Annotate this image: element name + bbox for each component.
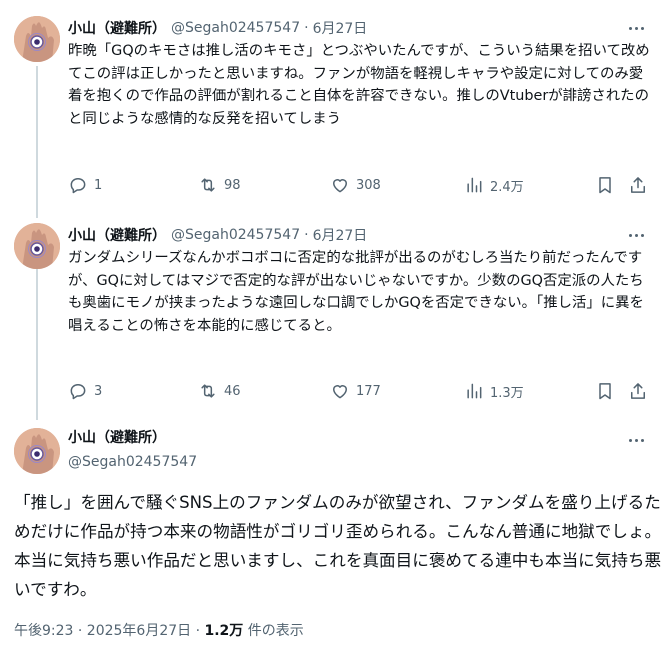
tweet-date[interactable]: 6月27日 bbox=[313, 225, 368, 245]
display-name[interactable]: 小山（避難所） bbox=[68, 225, 166, 245]
tweet-header: 小山（避難所） @Segah02457547 · 6月27日 bbox=[68, 225, 367, 245]
avatar[interactable] bbox=[14, 223, 60, 269]
tweet-date[interactable]: 6月27日 bbox=[313, 18, 368, 38]
reply-button[interactable]: 1 bbox=[68, 173, 102, 197]
share-icon bbox=[631, 177, 645, 193]
avatar-icon bbox=[14, 16, 60, 62]
retweet-count: 98 bbox=[224, 177, 241, 193]
display-name[interactable]: 小山（避難所） bbox=[68, 428, 197, 448]
like-count: 177 bbox=[356, 383, 381, 399]
views-count: 2.4万 bbox=[490, 179, 524, 195]
avatar[interactable] bbox=[14, 428, 60, 474]
reply-icon bbox=[70, 384, 86, 400]
tweet-text: 昨晩「GQのキモさは推し活のキモさ」とつぶやいたんですが、こういう結果を招いて改… bbox=[68, 43, 650, 127]
view-label: 件の表示 bbox=[243, 623, 304, 639]
retweet-button[interactable]: 46 bbox=[198, 379, 241, 403]
tweet-text: ガンダムシリーズなんかボコボコに否定的な批評が出るのがむしろ当たり前だったんです… bbox=[68, 250, 644, 334]
action-bar: 1 98 308 2.4万 bbox=[68, 173, 652, 197]
share-button[interactable] bbox=[628, 173, 654, 197]
user-handle[interactable]: @Segah02457547 bbox=[68, 452, 197, 472]
like-icon bbox=[333, 385, 347, 399]
views-count: 1.3万 bbox=[490, 385, 524, 401]
retweet-count: 46 bbox=[224, 383, 241, 399]
reply-count: 3 bbox=[94, 383, 103, 399]
tweet-header: 小山（避難所） @Segah02457547 · 6月27日 bbox=[68, 18, 367, 38]
retweet-icon bbox=[201, 178, 215, 192]
action-bar: 3 46 177 1.3万 bbox=[68, 379, 652, 403]
bookmark-icon bbox=[599, 177, 611, 194]
tweet-meta: 午後9:23 · 2025年6月27日 · 1.2万 件の表示 bbox=[14, 620, 304, 640]
user-handle[interactable]: @Segah02457547 bbox=[171, 227, 300, 243]
display-name[interactable]: 小山（避難所） bbox=[68, 18, 166, 38]
reply-button[interactable]: 3 bbox=[68, 379, 102, 403]
tweet-item[interactable]: 小山（避難所） @Segah02457547 · 6月27日 ガンダムシリーズな… bbox=[0, 223, 672, 410]
more-icon[interactable] bbox=[624, 225, 648, 245]
share-icon bbox=[631, 383, 645, 399]
tweet-item[interactable]: 小山（避難所） @Segah02457547 · 6月27日 昨晩「GQのキモさ… bbox=[0, 16, 672, 203]
like-count: 308 bbox=[356, 177, 381, 193]
like-icon bbox=[333, 179, 347, 193]
bookmark-button[interactable] bbox=[595, 173, 621, 197]
views-button[interactable]: 1.3万 bbox=[464, 379, 524, 403]
more-icon[interactable] bbox=[624, 18, 648, 38]
retweet-button[interactable]: 98 bbox=[198, 173, 241, 197]
tweet-timestamp[interactable]: 午後9:23 · 2025年6月27日 · bbox=[14, 623, 205, 639]
more-icon[interactable] bbox=[624, 430, 648, 450]
avatar-icon bbox=[14, 428, 60, 474]
avatar-icon bbox=[14, 223, 60, 269]
bookmark-icon bbox=[599, 383, 611, 400]
avatar[interactable] bbox=[14, 16, 60, 62]
separator: · bbox=[304, 20, 309, 36]
views-icon bbox=[467, 383, 482, 399]
reply-count: 1 bbox=[94, 177, 103, 193]
views-button[interactable]: 2.4万 bbox=[464, 173, 524, 197]
like-button[interactable]: 177 bbox=[330, 379, 381, 403]
reply-icon bbox=[70, 178, 86, 194]
user-handle[interactable]: @Segah02457547 bbox=[171, 20, 300, 36]
share-button[interactable] bbox=[628, 379, 654, 403]
retweet-icon bbox=[201, 384, 215, 398]
like-button[interactable]: 308 bbox=[330, 173, 381, 197]
separator: · bbox=[304, 227, 309, 243]
main-tweet-header: 小山（避難所） @Segah02457547 bbox=[68, 428, 197, 472]
views-icon bbox=[467, 177, 482, 193]
main-tweet-text: 「推し」を囲んで騒ぐSNS上のファンダムのみが欲望され、ファンダムを盛り上げるた… bbox=[14, 493, 662, 599]
view-count: 1.2万 bbox=[204, 623, 244, 639]
bookmark-button[interactable] bbox=[595, 379, 621, 403]
